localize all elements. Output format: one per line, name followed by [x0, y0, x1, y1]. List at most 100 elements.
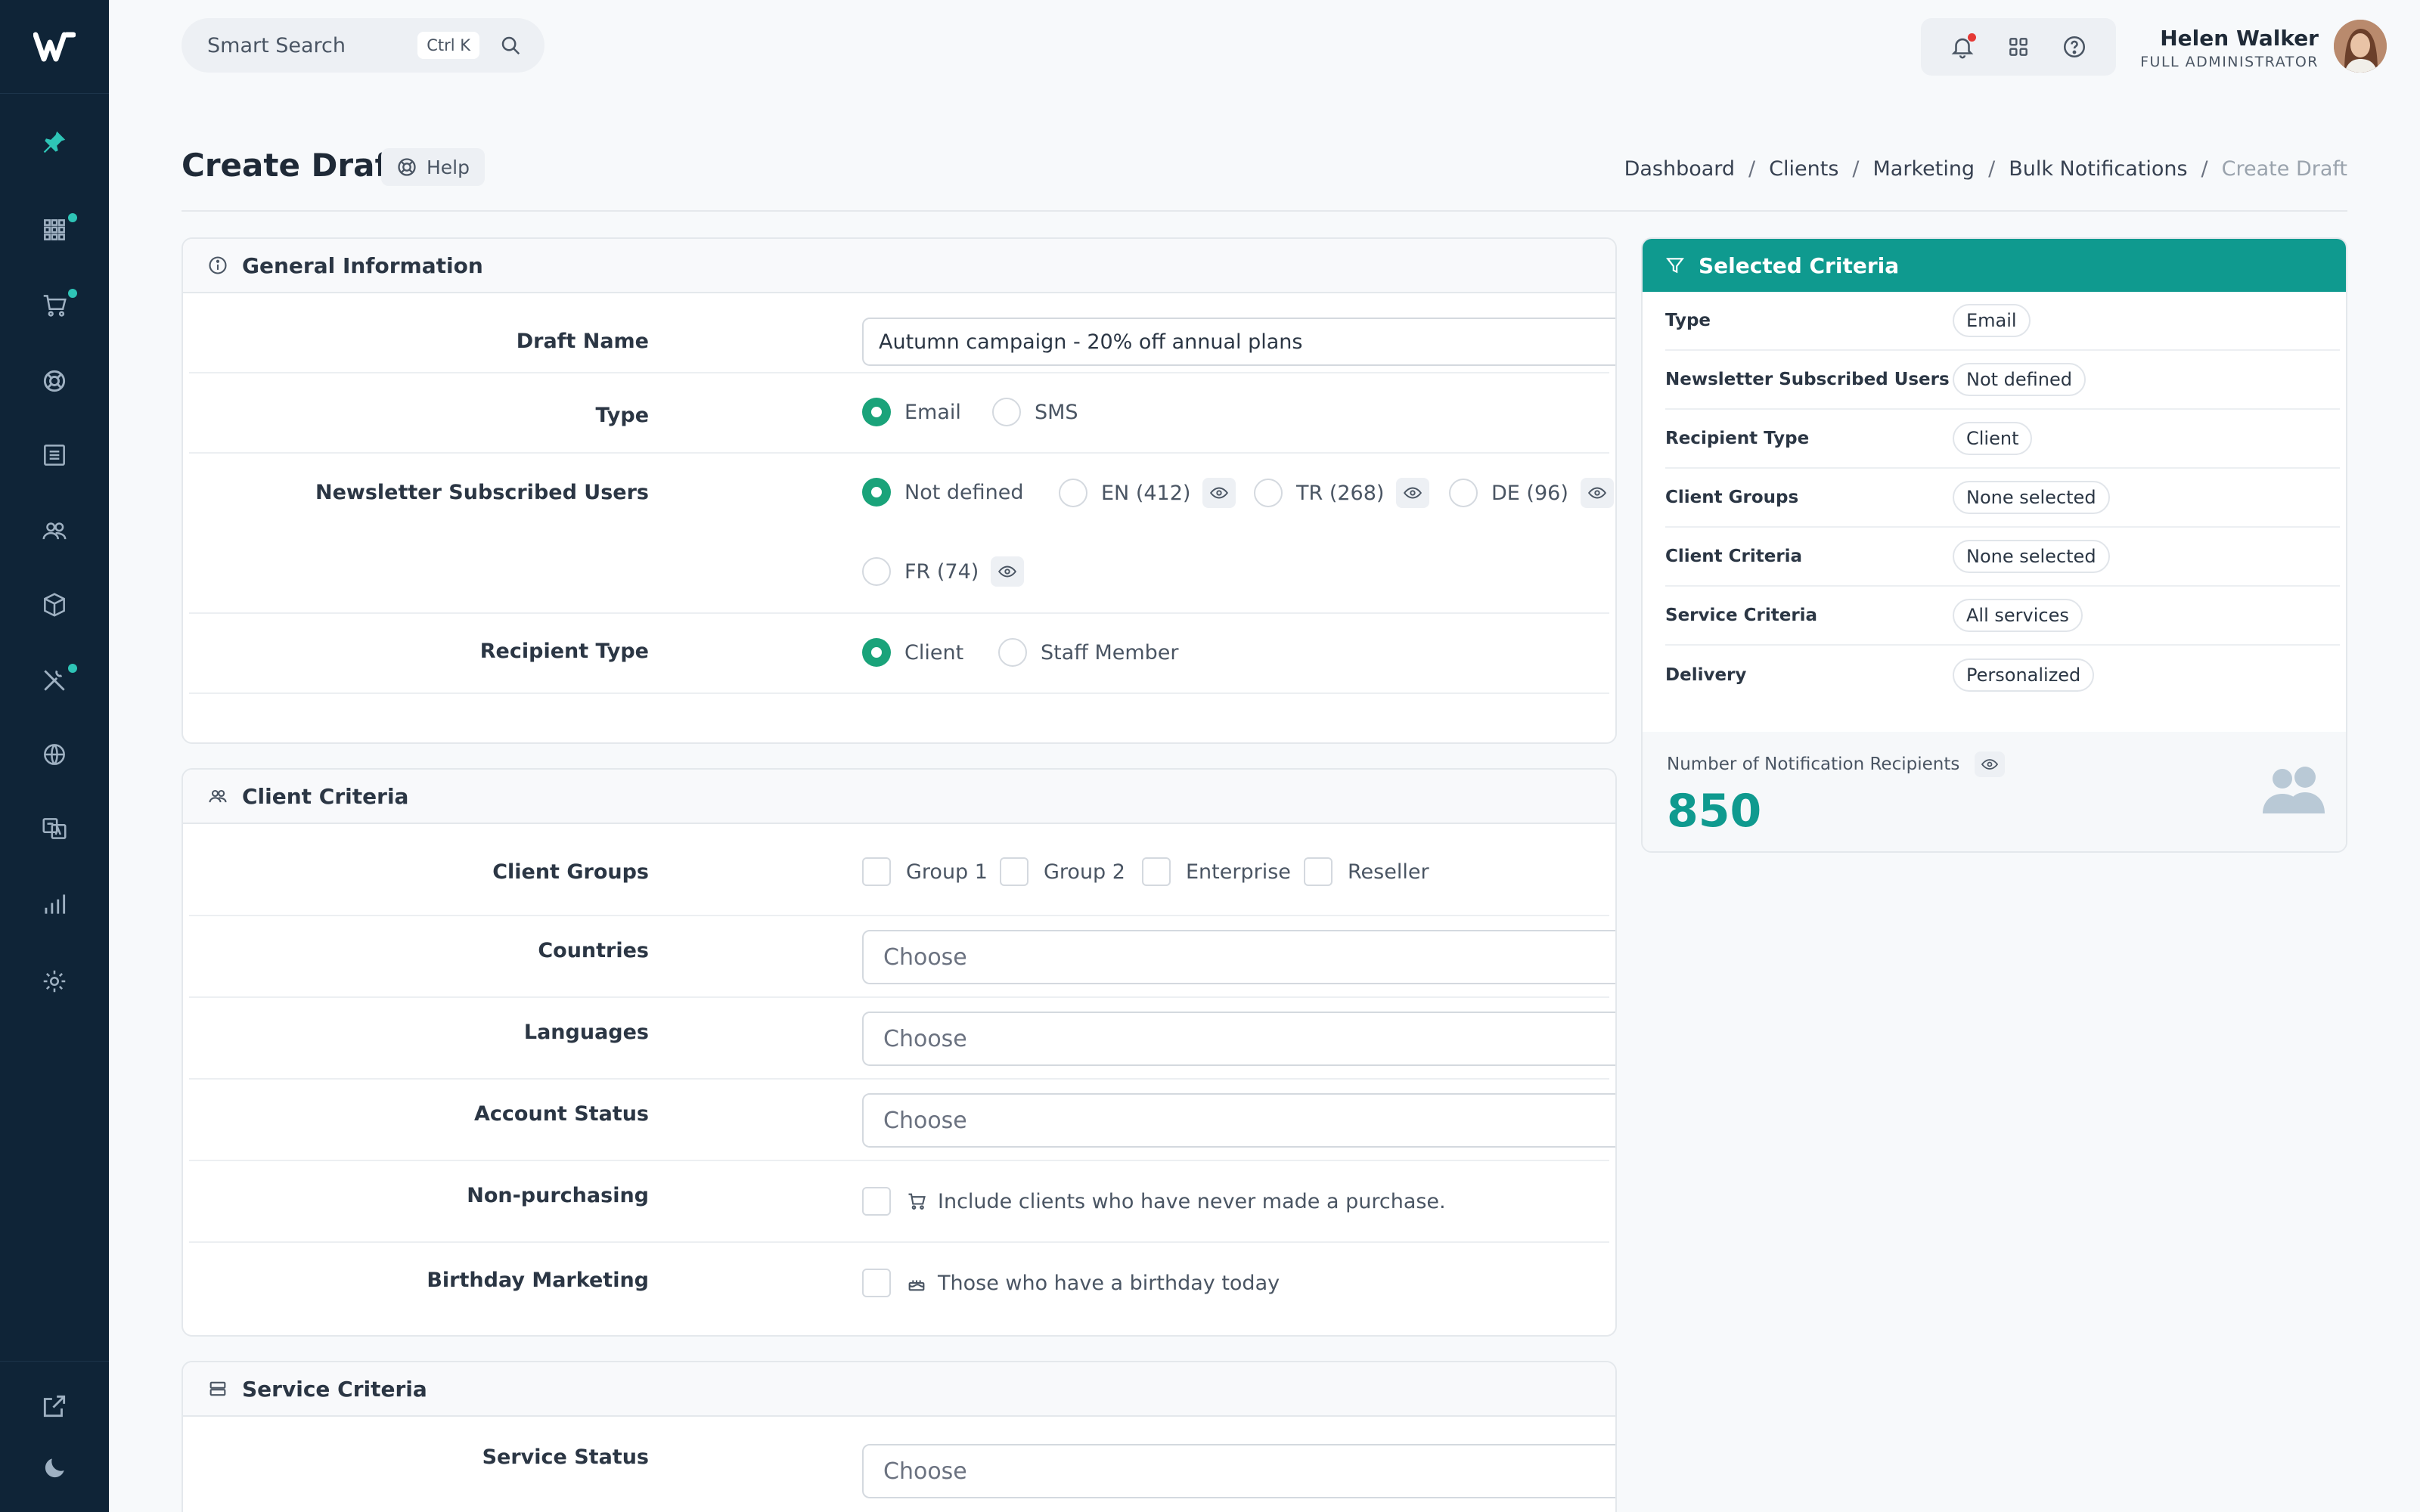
group-option-label: Group 2 [1044, 860, 1125, 884]
criteria-label: Client Criteria [1665, 547, 1803, 566]
question-icon [2063, 36, 2086, 58]
radio[interactable] [862, 557, 891, 586]
non-purchasing-option[interactable]: Include clients who have never made a pu… [862, 1187, 1446, 1216]
radio[interactable] [1254, 479, 1283, 507]
account-status-select[interactable]: Choose [862, 1093, 1615, 1148]
client-criteria-card: Client Criteria Client Groups Group 1 Gr… [182, 768, 1617, 1337]
radio[interactable] [1449, 479, 1478, 507]
apps-icon [2009, 38, 2028, 56]
birthday-label: Birthday Marketing [427, 1269, 649, 1292]
user-menu[interactable]: Helen Walker FULL ADMINISTRATOR [2140, 26, 2319, 70]
draft-name-input[interactable]: Autumn campaign - 20% off annual plans [862, 318, 1615, 366]
nav-pin[interactable] [0, 118, 109, 166]
radio[interactable] [998, 638, 1027, 667]
eye-icon [998, 565, 1017, 578]
newsletter-label: Newsletter Subscribed Users [315, 481, 649, 504]
service-status-label: Service Status [482, 1445, 649, 1469]
radio[interactable] [1059, 479, 1087, 507]
users-icon [209, 789, 227, 803]
radio-selected[interactable] [862, 478, 891, 507]
nav-reports[interactable] [0, 880, 109, 928]
type-option-sms[interactable]: SMS [992, 398, 1078, 426]
radio-selected[interactable] [862, 398, 891, 426]
nav-support[interactable] [0, 357, 109, 405]
countries-select[interactable]: Choose [862, 930, 1615, 984]
preview-button[interactable] [991, 556, 1025, 587]
server-icon [209, 1381, 226, 1396]
search-icon[interactable] [499, 34, 522, 57]
lifebuoy-icon [398, 158, 416, 176]
recipient-option-client[interactable]: Client [862, 638, 963, 667]
checkbox[interactable] [862, 857, 891, 886]
radio-selected[interactable] [862, 638, 891, 667]
checkbox[interactable] [862, 1187, 891, 1216]
birthday-text: Those who have a birthday today [938, 1271, 1280, 1295]
service-status-select[interactable]: Choose [862, 1444, 1615, 1498]
nav-dashboard[interactable] [0, 206, 109, 254]
smart-search[interactable]: Smart Search Ctrl K [182, 18, 544, 73]
theme-toggle[interactable] [0, 1444, 109, 1492]
nav-orders[interactable] [0, 281, 109, 330]
nav-tools[interactable] [0, 656, 109, 705]
eye-icon [1210, 487, 1229, 499]
checkbox[interactable] [1304, 857, 1333, 886]
type-option-label: Email [904, 400, 961, 424]
group-option-1[interactable]: Group 1 [862, 857, 988, 886]
nav-settings[interactable] [0, 957, 109, 1005]
nav-translations[interactable] [0, 804, 109, 853]
criteria-label: Newsletter Subscribed Users [1665, 370, 1950, 389]
draft-name-row: Draft Name Autumn campaign - 20% off ann… [189, 293, 1615, 373]
apps-button[interactable] [2003, 32, 2034, 62]
criteria-row: Client Groups None selected [1665, 469, 2340, 528]
group-option-label: Reseller [1348, 860, 1429, 884]
preview-button[interactable] [1202, 478, 1236, 508]
breadcrumb-clients[interactable]: Clients [1769, 157, 1838, 181]
help-button[interactable]: Help [381, 148, 485, 186]
radio[interactable] [992, 398, 1021, 426]
newsletter-option-en[interactable]: EN (412) [1059, 478, 1236, 508]
eye-icon [1981, 759, 1999, 770]
type-option-email[interactable]: Email [862, 398, 961, 426]
nav-invoices[interactable] [0, 431, 109, 479]
group-option-label: Group 1 [906, 860, 988, 884]
breadcrumb-marketing[interactable]: Marketing [1873, 157, 1975, 181]
newsletter-option-tr[interactable]: TR (268) [1254, 478, 1430, 508]
languages-select[interactable]: Choose [862, 1012, 1615, 1066]
breadcrumb-bulk-notifications[interactable]: Bulk Notifications [2009, 157, 2187, 181]
recipients-label-row: Number of Notification Recipients [1667, 751, 2006, 777]
type-label: Type [595, 404, 649, 427]
logo[interactable] [0, 0, 109, 94]
preview-button[interactable] [1580, 478, 1614, 508]
non-purchasing-row: Non-purchasing Include clients who have … [189, 1161, 1609, 1243]
type-row: Type Email SMS [189, 373, 1609, 454]
help-center-button[interactable] [2059, 32, 2090, 62]
checkbox[interactable] [1000, 857, 1028, 886]
nav-domains[interactable] [0, 730, 109, 779]
checkbox[interactable] [862, 1269, 891, 1297]
newsletter-option-not-defined[interactable]: Not defined [862, 478, 1024, 507]
newsletter-option-label: Not defined [904, 480, 1024, 504]
group-option-enterprise[interactable]: Enterprise [1142, 857, 1291, 886]
newsletter-option-de[interactable]: DE (96) [1449, 478, 1614, 508]
criteria-badge: Personalized [1953, 658, 2095, 692]
criteria-row: Service Criteria All services [1665, 587, 2340, 646]
recipient-option-label: Client [904, 640, 964, 665]
notifications-button[interactable] [1947, 32, 1978, 62]
checkbox[interactable] [1142, 857, 1171, 886]
group-option-2[interactable]: Group 2 [1000, 857, 1125, 886]
recipient-option-staff[interactable]: Staff Member [998, 638, 1179, 667]
client-criteria-header: Client Criteria [183, 770, 1615, 824]
group-option-reseller[interactable]: Reseller [1304, 857, 1429, 886]
box-icon [44, 593, 65, 617]
breadcrumb-dashboard[interactable]: Dashboard [1624, 157, 1735, 181]
nav-external[interactable] [0, 1382, 109, 1430]
criteria-label: Delivery [1665, 665, 1747, 685]
nav-products[interactable] [0, 581, 109, 629]
criteria-row: Type Email [1665, 292, 2340, 351]
preview-button[interactable] [1396, 478, 1430, 508]
birthday-option[interactable]: Those who have a birthday today [862, 1269, 1280, 1297]
avatar[interactable] [2334, 20, 2387, 73]
newsletter-option-fr[interactable]: FR (74) [862, 556, 1025, 587]
recipients-preview-button[interactable] [1975, 751, 2006, 777]
nav-clients[interactable] [0, 507, 109, 555]
